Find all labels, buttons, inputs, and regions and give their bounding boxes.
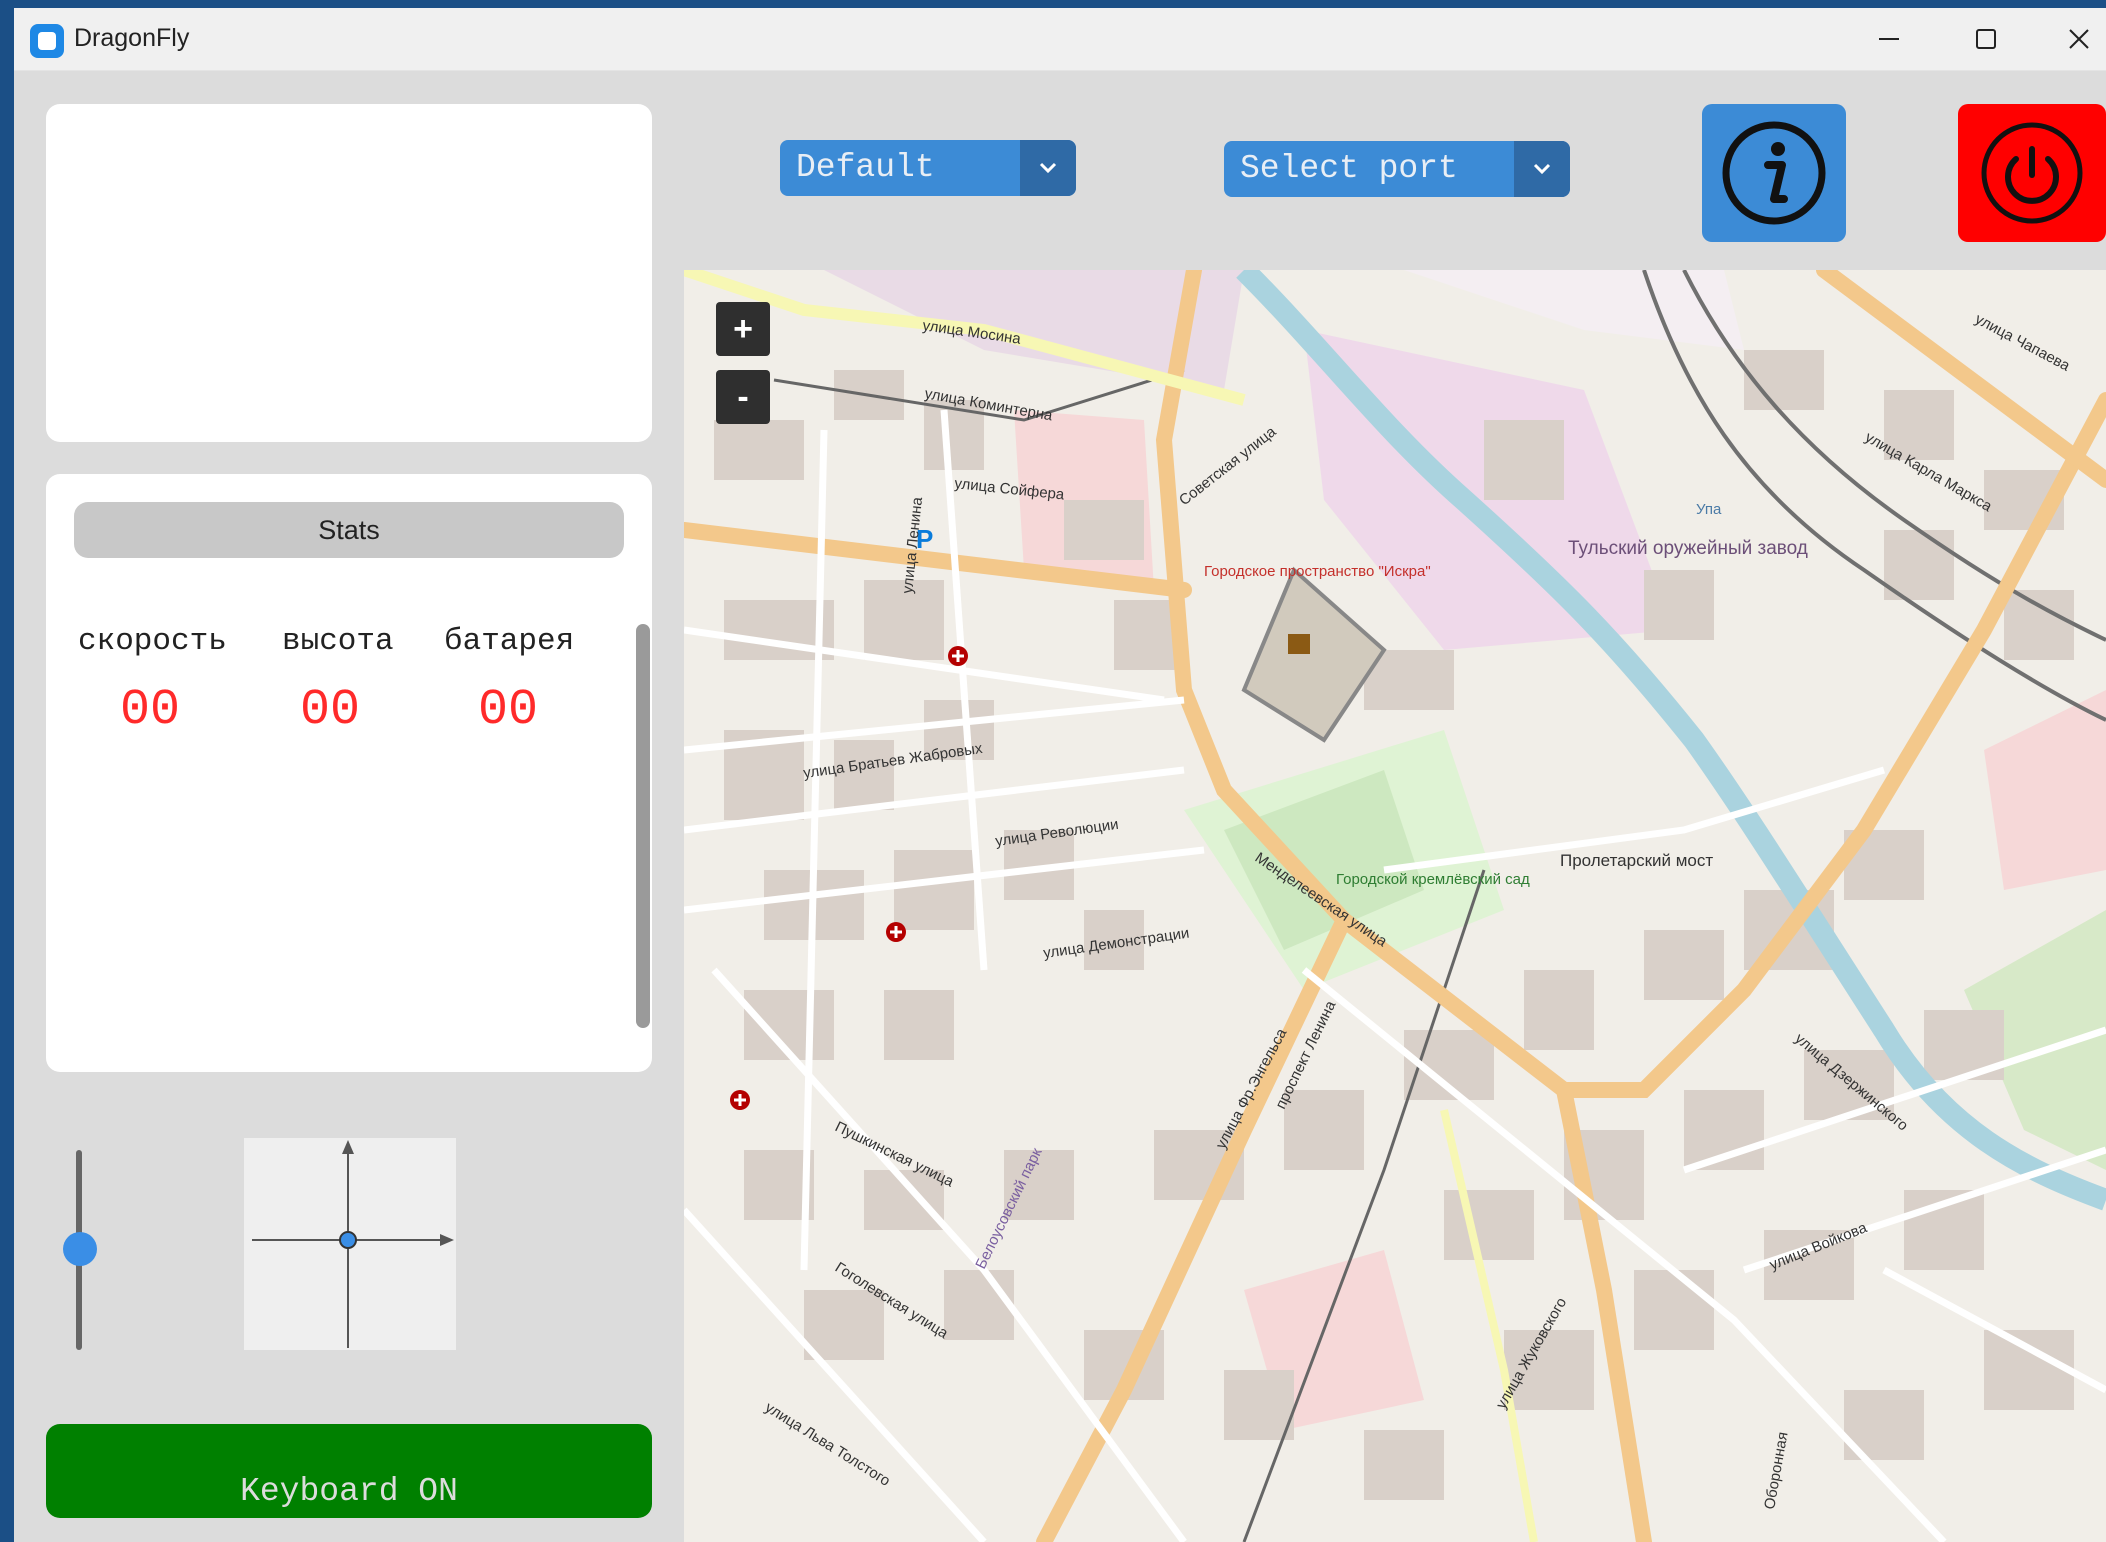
power-button[interactable]: [1958, 104, 2106, 242]
map-label: Упа: [1696, 501, 1722, 518]
keyboard-toggle-button[interactable]: Keyboard ON: [46, 1424, 652, 1518]
stats-panel: Stats скорость высота батарея 00 00 00: [46, 474, 652, 1072]
slider-knob[interactable]: [63, 1232, 97, 1266]
map-label: Тульский оружейный завод: [1568, 538, 1808, 559]
map-label: улица Льва Толстого: [762, 1399, 893, 1490]
map-canvas: P улица Мосина улица Коминтерна улица Со…: [684, 270, 2106, 1542]
mode-select-value: Default: [796, 149, 935, 186]
map-view[interactable]: P улица Мосина улица Коминтерна улица Со…: [684, 270, 2106, 1542]
map-label: Городское пространство "Искра": [1204, 563, 1431, 580]
joystick-knob[interactable]: [339, 1231, 357, 1249]
map-label: Городской кремлёвский сад: [1336, 871, 1530, 888]
app-icon: [30, 24, 64, 58]
chevron-down-icon[interactable]: [1514, 141, 1570, 197]
joystick-axes: [252, 1140, 454, 1348]
altitude-value: 00: [300, 682, 361, 739]
close-button[interactable]: [2044, 14, 2106, 64]
minimize-icon: [1879, 38, 1899, 40]
maximize-icon: [1976, 29, 1996, 49]
map-label: Оборонная: [1761, 1431, 1791, 1511]
minimize-button[interactable]: [1854, 14, 1924, 64]
throttle-slider[interactable]: [60, 1140, 100, 1352]
map-label: улица Чапаева: [1972, 311, 2073, 375]
battery-value: 00: [478, 682, 539, 739]
stats-scrollbar[interactable]: [636, 624, 650, 1028]
app-window: DragonFly Stats скорость высота батарея …: [14, 8, 2106, 1542]
zoom-out-button[interactable]: -: [716, 370, 770, 424]
battery-label: батарея: [444, 624, 575, 659]
maximize-button[interactable]: [1951, 14, 2021, 64]
map-label: Советская улица: [1176, 423, 1280, 509]
port-select-value: Select port: [1240, 150, 1458, 187]
mode-select[interactable]: Default: [780, 140, 1076, 196]
speed-value: 00: [120, 682, 181, 739]
altitude-label: высота: [282, 624, 394, 659]
port-select[interactable]: Select port: [1224, 141, 1570, 197]
video-feed-panel: [46, 104, 652, 442]
zoom-in-button[interactable]: +: [716, 302, 770, 356]
stats-header[interactable]: Stats: [74, 502, 624, 558]
speed-label: скорость: [78, 624, 227, 659]
title-bar: DragonFly: [14, 8, 2106, 71]
close-icon: [2069, 29, 2089, 49]
power-icon: [1981, 122, 2083, 224]
info-button[interactable]: [1702, 104, 1846, 242]
joystick-pad[interactable]: [244, 1138, 456, 1350]
info-icon: [1722, 121, 1826, 225]
map-label: Пролетарский мост: [1560, 851, 1713, 870]
chevron-down-icon[interactable]: [1020, 140, 1076, 196]
window-title: DragonFly: [74, 24, 190, 52]
